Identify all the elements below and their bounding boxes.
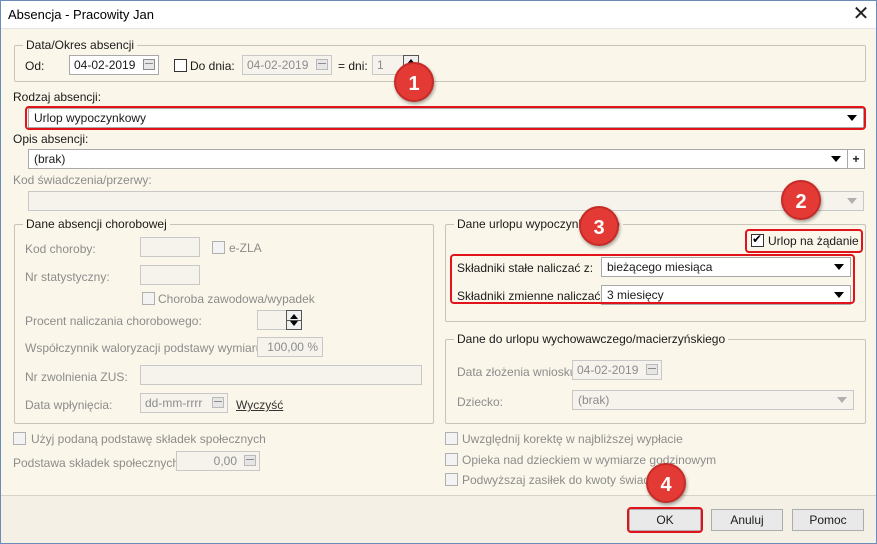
chevron-down-icon[interactable] — [847, 198, 857, 204]
care-label: Opieka nad dzieckiem w wymiarze godzinow… — [462, 453, 717, 467]
from-label: Od: — [25, 59, 45, 73]
highlight-absence-type — [25, 106, 866, 130]
base-label: Podstawa składek społecznych: — [13, 456, 183, 470]
valorization-value: 100,00 % — [267, 340, 318, 354]
to-date-value: 04-02-2019 — [247, 58, 309, 72]
use-base-checkbox[interactable] — [13, 432, 26, 445]
add-description-button[interactable]: + — [847, 149, 865, 169]
occupational-checkbox[interactable] — [142, 292, 155, 305]
to-date-input[interactable]: 04-02-2019 — [242, 55, 332, 75]
help-button[interactable]: Pomoc — [792, 509, 864, 531]
receipt-date-value: dd-mm-rrrr — [145, 396, 203, 410]
highlight-ok — [627, 507, 703, 533]
parental-group: Dane do urlopu wychowawczego/macierzyńsk… — [445, 332, 866, 424]
days-value: 1 — [377, 58, 384, 72]
spin-up-icon[interactable] — [290, 314, 298, 319]
clear-link[interactable]: Wyczyść — [236, 398, 283, 412]
child-select[interactable]: (brak) — [572, 390, 854, 410]
calculator-icon[interactable] — [244, 455, 256, 466]
spin-down-icon[interactable] — [290, 321, 298, 326]
ezla-checkbox[interactable] — [212, 241, 225, 254]
window-title: Absencja - Pracowity Jan — [8, 7, 154, 22]
child-label: Dziecko: — [457, 395, 504, 409]
description-select[interactable]: (brak) — [28, 149, 848, 169]
child-value: (brak) — [578, 393, 610, 407]
percent-input[interactable] — [257, 310, 287, 330]
period-group-title: Data/Okres absencji — [23, 38, 138, 52]
correction-checkbox[interactable] — [445, 432, 458, 445]
ezla-label: e-ZLA — [229, 241, 262, 255]
stat-number-input[interactable] — [140, 265, 200, 285]
raise-checkbox[interactable] — [445, 473, 458, 486]
percent-spinner[interactable] — [286, 310, 302, 330]
disease-code-label: Kod choroby: — [25, 242, 96, 256]
occupational-label: Choroba zawodowa/wypadek — [158, 292, 315, 306]
step-badge-2: 2 — [781, 180, 821, 220]
application-date-label: Data złożenia wniosku: — [457, 365, 580, 379]
chevron-down-icon[interactable] — [831, 156, 841, 162]
care-checkbox[interactable] — [445, 453, 458, 466]
highlight-components — [450, 254, 855, 304]
receipt-date-label: Data wpłynięcia: — [25, 398, 113, 412]
to-date-label: Do dnia: — [190, 59, 235, 73]
valorization-label: Współczynnik waloryzacji podstawy wymiar… — [25, 341, 266, 355]
absence-type-label: Rodzaj absencji: — [13, 90, 102, 104]
step-badge-1: 1 — [394, 62, 434, 102]
base-value: 0,00 — [213, 454, 237, 468]
correction-label: Uwzględnij korektę w najbliższej wypłaci… — [462, 432, 683, 446]
days-label: = dni: — [338, 59, 368, 73]
from-date-input[interactable]: 04-02-2019 — [69, 55, 159, 75]
calendar-icon[interactable] — [143, 59, 155, 70]
disease-code-input[interactable] — [140, 237, 200, 257]
to-date-checkbox[interactable] — [174, 59, 187, 72]
sick-group-title: Dane absencji chorobowej — [23, 217, 170, 231]
description-value: (brak) — [34, 152, 66, 166]
close-icon[interactable]: ✕ — [846, 1, 876, 29]
zus-number-input[interactable] — [140, 365, 422, 385]
highlight-on-demand — [745, 229, 863, 253]
stat-number-label: Nr statystyczny: — [25, 270, 110, 284]
receipt-date-input[interactable]: dd-mm-rrrr — [140, 393, 228, 413]
benefit-code-select[interactable] — [28, 191, 864, 211]
application-date-value: 04-02-2019 — [577, 363, 639, 377]
from-date-value: 04-02-2019 — [74, 58, 136, 72]
title-bar: Absencja - Pracowity Jan ✕ — [1, 1, 876, 29]
calendar-icon[interactable] — [646, 364, 658, 375]
application-date-input[interactable]: 04-02-2019 — [572, 360, 662, 380]
percent-label: Procent naliczania chorobowego: — [25, 314, 202, 328]
calendar-icon[interactable] — [212, 397, 224, 408]
step-badge-4: 4 — [646, 463, 686, 503]
absence-dialog: Absencja - Pracowity Jan ✕ Data/Okres ab… — [0, 0, 877, 544]
calendar-icon[interactable] — [316, 59, 328, 70]
description-label: Opis absencji: — [13, 132, 89, 146]
zus-number-label: Nr zwolnienia ZUS: — [25, 370, 128, 384]
benefit-code-label: Kod świadczenia/przerwy: — [13, 173, 152, 187]
valorization-input[interactable]: 100,00 % — [257, 337, 323, 357]
use-base-label: Użyj podaną podstawę składek społecznych — [31, 432, 266, 446]
step-badge-3: 3 — [579, 206, 619, 246]
chevron-down-icon[interactable] — [837, 397, 847, 403]
base-input[interactable]: 0,00 — [176, 451, 260, 471]
parental-group-title: Dane do urlopu wychowawczego/macierzyńsk… — [454, 332, 729, 346]
cancel-button[interactable]: Anuluj — [711, 509, 783, 531]
